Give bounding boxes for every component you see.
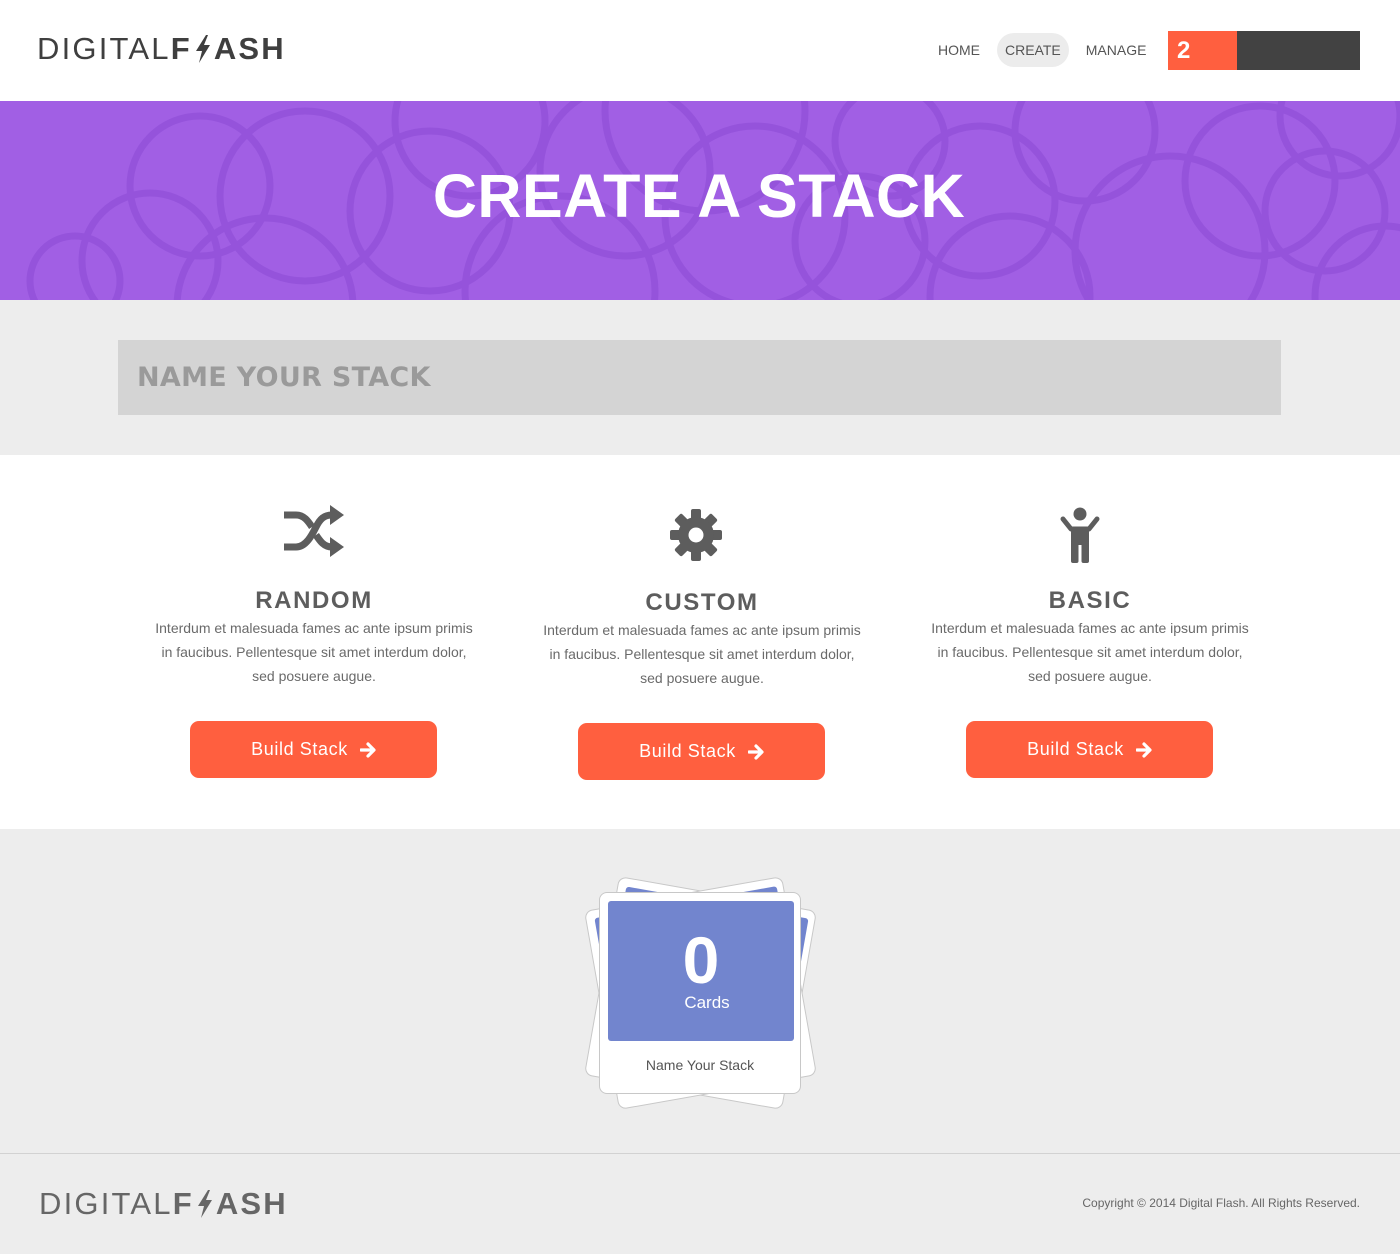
site-footer: DIGITAL F ASH Copyright © 2014 Digital F… bbox=[0, 1153, 1400, 1254]
person-icon bbox=[1060, 507, 1100, 563]
brand-logo-bold-prefix: F bbox=[170, 31, 192, 66]
page-title: CREATE A STACK bbox=[432, 162, 966, 230]
shuffle-icon bbox=[284, 505, 344, 557]
option-title: RANDOM bbox=[255, 587, 373, 614]
arrow-right-icon bbox=[359, 741, 376, 758]
card-count-panel: 0 Cards bbox=[608, 901, 794, 1041]
brand-logo-light: DIGITAL bbox=[37, 31, 171, 66]
button-label: Build Stack bbox=[639, 741, 736, 761]
build-stack-basic-button[interactable]: Build Stack bbox=[966, 721, 1213, 778]
stack-type-options: RANDOM Interdum et malesuada fames ac an… bbox=[0, 455, 1400, 829]
card-count: 0 bbox=[682, 923, 720, 997]
card-count-label: Cards bbox=[684, 993, 730, 1012]
stack-count-badge: 2 bbox=[1168, 31, 1237, 70]
copyright-text: Copyright © 2014 Digital Flash. All Righ… bbox=[1082, 1196, 1360, 1210]
option-description: Interdum et malesuada fames ac ante ipsu… bbox=[543, 622, 861, 686]
nav-home[interactable]: HOME bbox=[930, 33, 988, 67]
option-title: CUSTOM bbox=[645, 589, 759, 616]
footer-logo[interactable]: DIGITAL F ASH bbox=[39, 1188, 288, 1219]
brand-logo[interactable]: DIGITAL F ASH bbox=[37, 33, 286, 64]
brand-logo-bold-suffix: ASH bbox=[215, 1186, 288, 1221]
option-random: RANDOM Interdum et malesuada fames ac an… bbox=[120, 455, 508, 829]
stack-preview: 0 Cards Name Your Stack bbox=[560, 860, 840, 1130]
option-basic: BASIC Interdum et malesuada fames ac ant… bbox=[896, 455, 1284, 829]
build-stack-random-button[interactable]: Build Stack bbox=[190, 721, 437, 778]
stack-name-input[interactable] bbox=[118, 340, 1281, 415]
hero-banner: CREATE A STACK bbox=[0, 101, 1400, 300]
site-header: DIGITAL F ASH HOME CREATE MANAGE 2 bbox=[0, 0, 1400, 101]
arrow-right-icon bbox=[1135, 741, 1152, 758]
stack-preview-name: Name Your Stack bbox=[645, 1057, 755, 1073]
main-nav: HOME CREATE MANAGE bbox=[930, 33, 1163, 67]
arrow-right-icon bbox=[747, 743, 764, 760]
button-label: Build Stack bbox=[1027, 739, 1124, 759]
brand-logo-bold-prefix: F bbox=[172, 1186, 194, 1221]
nav-manage[interactable]: MANAGE bbox=[1078, 33, 1155, 67]
lightning-bolt-icon bbox=[195, 34, 210, 63]
option-title: BASIC bbox=[1048, 587, 1132, 614]
gear-icon bbox=[670, 509, 722, 561]
option-custom: CUSTOM Interdum et malesuada fames ac an… bbox=[508, 455, 896, 829]
button-label: Build Stack bbox=[251, 739, 348, 759]
build-stack-custom-button[interactable]: Build Stack bbox=[578, 723, 825, 780]
option-description: Interdum et malesuada fames ac ante ipsu… bbox=[155, 620, 473, 684]
stack-card-front: 0 Cards Name Your Stack bbox=[599, 892, 801, 1094]
option-description: Interdum et malesuada fames ac ante ipsu… bbox=[931, 620, 1249, 684]
stack-counter-button[interactable]: 2 bbox=[1168, 31, 1360, 70]
lightning-bolt-icon bbox=[197, 1189, 212, 1218]
nav-create[interactable]: CREATE bbox=[997, 33, 1069, 67]
brand-logo-bold-suffix: ASH bbox=[213, 31, 286, 66]
brand-logo-light: DIGITAL bbox=[39, 1186, 173, 1221]
